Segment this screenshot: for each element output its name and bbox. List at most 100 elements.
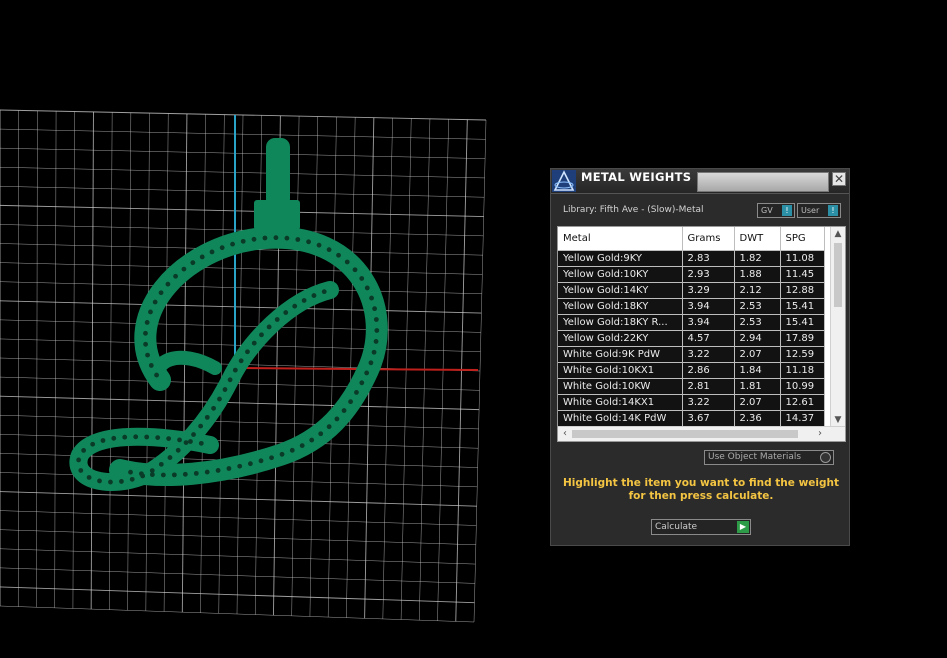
scroll-right-icon[interactable]: ›: [814, 427, 826, 441]
column-header-spg[interactable]: SPG: [780, 227, 825, 251]
pendant-model[interactable]: [69, 138, 388, 491]
pierced-hole: [204, 469, 210, 475]
table-row[interactable]: White Gold:10KW 2.81 1.81 10.99: [558, 378, 825, 395]
pierced-hole: [158, 461, 164, 467]
pierced-hole: [321, 289, 327, 295]
pierced-hole: [266, 324, 272, 330]
pierced-hole: [175, 447, 181, 453]
scroll-down-icon[interactable]: ▼: [833, 414, 843, 426]
cell-metal: Yellow Gold:14KY: [558, 282, 683, 299]
pierced-hole: [173, 273, 178, 279]
calculate-button[interactable]: Calculate ▶: [651, 519, 751, 535]
pierced-hole: [289, 447, 295, 453]
pierced-hole: [301, 298, 307, 303]
cell-grams: 3.94: [682, 314, 735, 331]
pierced-hole: [259, 332, 264, 338]
table-row[interactable]: Yellow Gold:10KY 2.93 1.88 11.45: [558, 266, 825, 283]
pierced-hole: [326, 247, 332, 253]
pierced-hole: [190, 260, 196, 266]
pierced-hole: [97, 478, 102, 484]
pierced-hole: [149, 468, 155, 473]
cell-metal: Yellow Gold:22KY: [558, 330, 683, 347]
pierced-hole: [299, 443, 305, 448]
cell-metal: White Gold:14K PdW: [558, 410, 683, 427]
pierced-hole: [158, 290, 164, 296]
metal-weights-dialog[interactable]: METAL WEIGHTS ✕ Library: Fifth Ave - (Sl…: [550, 168, 850, 546]
pierced-hole: [154, 372, 159, 378]
close-button[interactable]: ✕: [832, 172, 846, 186]
table-row[interactable]: White Gold:10KX1 2.86 1.84 11.18: [558, 362, 825, 379]
pierced-hole: [359, 380, 365, 386]
pierced-hole: [273, 235, 279, 241]
column-header-metal[interactable]: Metal: [558, 227, 683, 251]
cell-dwt: 2.36: [734, 410, 781, 427]
pierced-hole: [279, 451, 285, 457]
pierced-hole: [140, 473, 146, 479]
pierced-hole: [183, 440, 189, 446]
pierced-hole: [237, 463, 243, 469]
table-row[interactable]: White Gold:14K PdW 3.67 2.36 14.37: [558, 410, 825, 427]
pierced-hole: [368, 360, 374, 366]
pierced-hole: [78, 468, 84, 473]
table-row[interactable]: Yellow Gold:14KY 3.29 2.12 12.88: [558, 282, 825, 299]
cell-metal: White Gold:9K PdW: [558, 346, 683, 363]
pierced-hole: [364, 285, 370, 291]
gv-dropdown[interactable]: GV !: [757, 203, 795, 218]
scroll-left-icon[interactable]: ‹: [559, 427, 571, 441]
scroll-thumb-horizontal[interactable]: [572, 430, 798, 438]
cell-spg: 11.45: [780, 266, 825, 283]
instruction-text: Highlight the item you want to find the …: [563, 477, 839, 503]
pierced-hole: [334, 416, 340, 422]
pierced-hole: [182, 471, 188, 477]
pierced-hole: [373, 317, 379, 322]
pierced-hole: [191, 432, 196, 437]
vertical-scrollbar[interactable]: ▲ ▼: [830, 227, 845, 427]
pierced-hole: [238, 358, 244, 364]
pierced-hole: [204, 414, 210, 420]
pierced-hole: [211, 405, 216, 411]
table-row[interactable]: Yellow Gold:18KY R... 3.94 2.53 15.41: [558, 314, 825, 331]
pierced-hole: [369, 295, 374, 301]
table-row[interactable]: White Gold:9K PdW 3.22 2.07 12.59: [558, 346, 825, 363]
horizontal-scrollbar[interactable]: ‹ ›: [558, 426, 845, 441]
cell-metal: White Gold:10KW: [558, 378, 683, 395]
cell-metal: Yellow Gold:9KY: [558, 250, 683, 267]
app-logo-icon: [552, 170, 576, 192]
cell-spg: 15.41: [780, 298, 825, 315]
pierced-hole: [311, 293, 317, 298]
pierced-hole: [100, 438, 106, 443]
radio-icon: [820, 452, 831, 463]
pierced-hole: [283, 310, 289, 315]
use-object-materials-toggle[interactable]: Use Object Materials: [704, 450, 834, 465]
user-dropdown[interactable]: User !: [797, 203, 841, 218]
column-header-dwt[interactable]: DWT: [734, 227, 781, 251]
scroll-thumb[interactable]: [834, 243, 842, 307]
cell-metal: Yellow Gold:10KY: [558, 266, 683, 283]
pierced-hole: [160, 472, 166, 478]
pierced-hole: [209, 249, 215, 255]
cell-grams: 2.81: [682, 378, 735, 395]
pierced-hole: [177, 437, 182, 443]
play-arrow-icon: ▶: [737, 521, 749, 533]
table-row[interactable]: White Gold:14KX1 3.22 2.07 12.61: [558, 394, 825, 411]
column-header-grams[interactable]: Grams: [682, 227, 735, 251]
table-row[interactable]: Yellow Gold:18KY 3.94 2.53 15.41: [558, 298, 825, 315]
gv-dropdown-label: GV: [761, 206, 773, 215]
pierced-hole: [359, 276, 365, 281]
metal-table-container[interactable]: Metal Grams DWT SPG Yellow Gold:9KY 2.83 1…: [557, 226, 846, 442]
cell-grams: 2.83: [682, 250, 735, 267]
pierced-hole: [198, 423, 204, 429]
cell-metal: White Gold:10KX1: [558, 362, 683, 379]
pierced-hole: [152, 299, 158, 305]
pierced-hole: [318, 431, 324, 437]
table-row[interactable]: Yellow Gold:9KY 2.83 1.82 11.08: [558, 250, 825, 267]
dialog-titlebar[interactable]: METAL WEIGHTS ✕: [551, 169, 849, 194]
scroll-up-icon[interactable]: ▲: [833, 228, 843, 240]
cell-dwt: 2.07: [734, 346, 781, 363]
pierced-hole: [188, 439, 193, 444]
cell-spg: 12.59: [780, 346, 825, 363]
pierced-hole: [232, 367, 238, 373]
instruction-line-1: Highlight the item you want to find the …: [563, 477, 839, 489]
table-row[interactable]: Yellow Gold:22KY 4.57 2.94 17.89: [558, 330, 825, 347]
cell-grams: 2.86: [682, 362, 735, 379]
